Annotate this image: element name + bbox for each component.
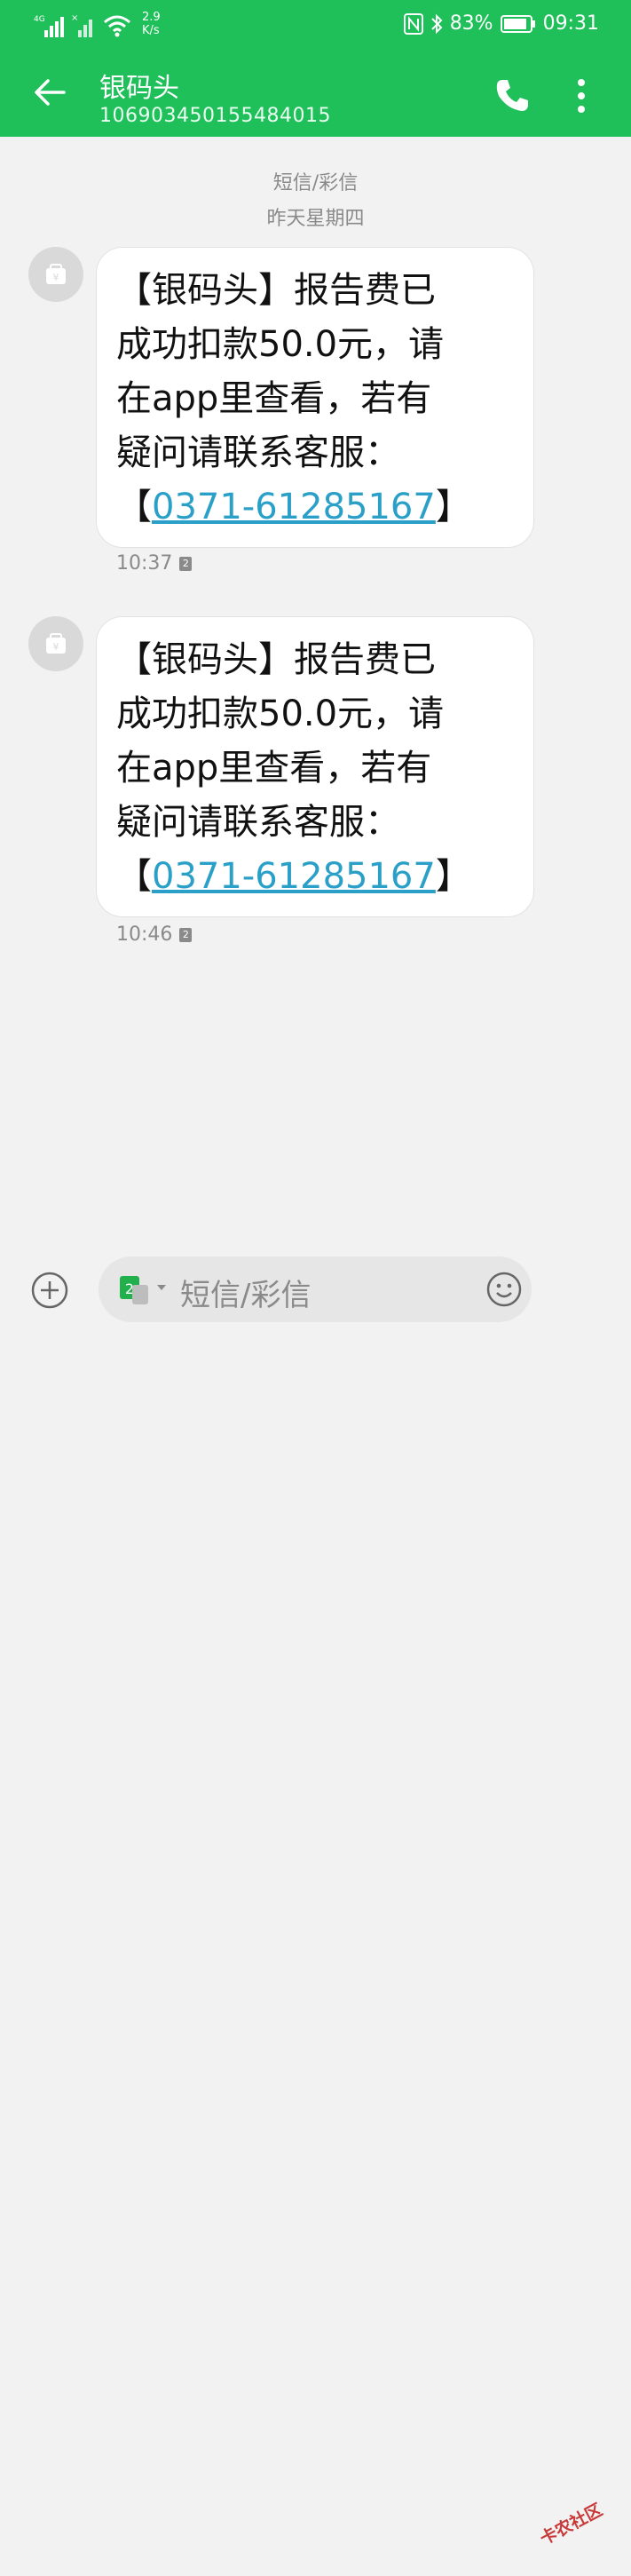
bracket-open: 【 xyxy=(116,487,152,527)
watermark: 卡农社区 xyxy=(535,2491,631,2575)
battery-icon xyxy=(500,14,535,33)
message-timestamp: 10:37 2 xyxy=(116,552,193,575)
message-timestamp: 10:46 2 xyxy=(116,923,193,946)
svg-text:×: × xyxy=(71,13,78,23)
message-line: 【银码头】报告费已 xyxy=(116,639,436,680)
svg-text:¥: ¥ xyxy=(53,272,59,283)
network-speed: 2.9 K/s xyxy=(142,11,161,37)
message-type-label: 短信/彩信 xyxy=(272,172,359,194)
message-input[interactable]: 2 短信/彩信 xyxy=(99,1256,532,1322)
more-vert-icon[interactable] xyxy=(564,75,599,117)
message-time: 10:37 xyxy=(116,552,173,575)
message-line: 【0371-61285167】 xyxy=(116,480,510,535)
bracket-open: 【 xyxy=(116,856,152,897)
status-left: 4G × 2.9 K/s xyxy=(34,11,161,37)
input-placeholder: 短信/彩信 xyxy=(180,1278,312,1313)
message-line: 在app里查看，若有 xyxy=(116,378,432,419)
wallet-icon: ¥ xyxy=(46,264,66,284)
sim-badge: 2 xyxy=(179,927,193,942)
message-line: 成功扣款50.0元，请 xyxy=(116,324,445,365)
back-arrow-icon[interactable] xyxy=(28,71,71,114)
phone-icon[interactable] xyxy=(490,75,532,117)
svg-text:¥: ¥ xyxy=(53,641,59,653)
bracket-close: 】 xyxy=(435,487,471,527)
signal-icon: 4G xyxy=(34,15,64,37)
battery-percent: 83% xyxy=(449,12,493,35)
message-line: 成功扣款50.0元，请 xyxy=(116,694,445,734)
bluetooth-icon xyxy=(430,13,443,34)
speed-unit: K/s xyxy=(142,24,160,37)
composer-bar: 2 短信/彩信 卡农社区 xyxy=(0,1248,631,2549)
message-time: 10:46 xyxy=(116,923,173,946)
contact-name: 银码头 xyxy=(99,73,179,104)
sim-switch-icon[interactable]: 2 xyxy=(120,1272,175,1306)
sender-avatar[interactable]: ¥ xyxy=(28,247,83,302)
emoji-icon[interactable] xyxy=(485,1271,523,1308)
speed-value: 2.9 xyxy=(142,11,161,24)
message-line: 在app里查看，若有 xyxy=(116,748,432,789)
message-bubble[interactable]: 【银码头】报告费已 成功扣款50.0元，请 在app里查看，若有 疑问请联系客服… xyxy=(96,247,534,548)
bracket-close: 】 xyxy=(435,856,471,897)
status-right: 83% 09:31 xyxy=(403,12,599,35)
clock: 09:31 xyxy=(542,12,599,35)
sender-avatar[interactable]: ¥ xyxy=(28,616,83,671)
add-icon[interactable] xyxy=(30,1271,69,1310)
svg-text:4G: 4G xyxy=(34,15,45,24)
phone-link[interactable]: 0371-61285167 xyxy=(152,487,436,527)
message-line: 【0371-61285167】 xyxy=(116,850,510,904)
wifi-icon xyxy=(104,15,130,37)
message-line: 疑问请联系客服： xyxy=(116,802,400,843)
wallet-icon: ¥ xyxy=(46,633,66,654)
signal-no-sim-icon: × xyxy=(71,13,92,37)
message-line: 疑问请联系客服： xyxy=(116,432,400,473)
status-bar: 4G × 2.9 K/s 83% 09:31 xyxy=(0,0,631,52)
date-separator: 昨天星期四 xyxy=(266,208,365,230)
conversation-header: 银码头 106903450155484015 xyxy=(0,52,631,137)
watermark-text: 卡农社区 xyxy=(537,2500,606,2549)
message-bubble[interactable]: 【银码头】报告费已 成功扣款50.0元，请 在app里查看，若有 疑问请联系客服… xyxy=(96,616,534,917)
contact-number: 106903450155484015 xyxy=(99,105,331,127)
message-line: 【银码头】报告费已 xyxy=(116,270,436,311)
nfc-icon xyxy=(403,12,423,35)
phone-link[interactable]: 0371-61285167 xyxy=(152,856,436,897)
sim-badge: 2 xyxy=(179,556,193,571)
